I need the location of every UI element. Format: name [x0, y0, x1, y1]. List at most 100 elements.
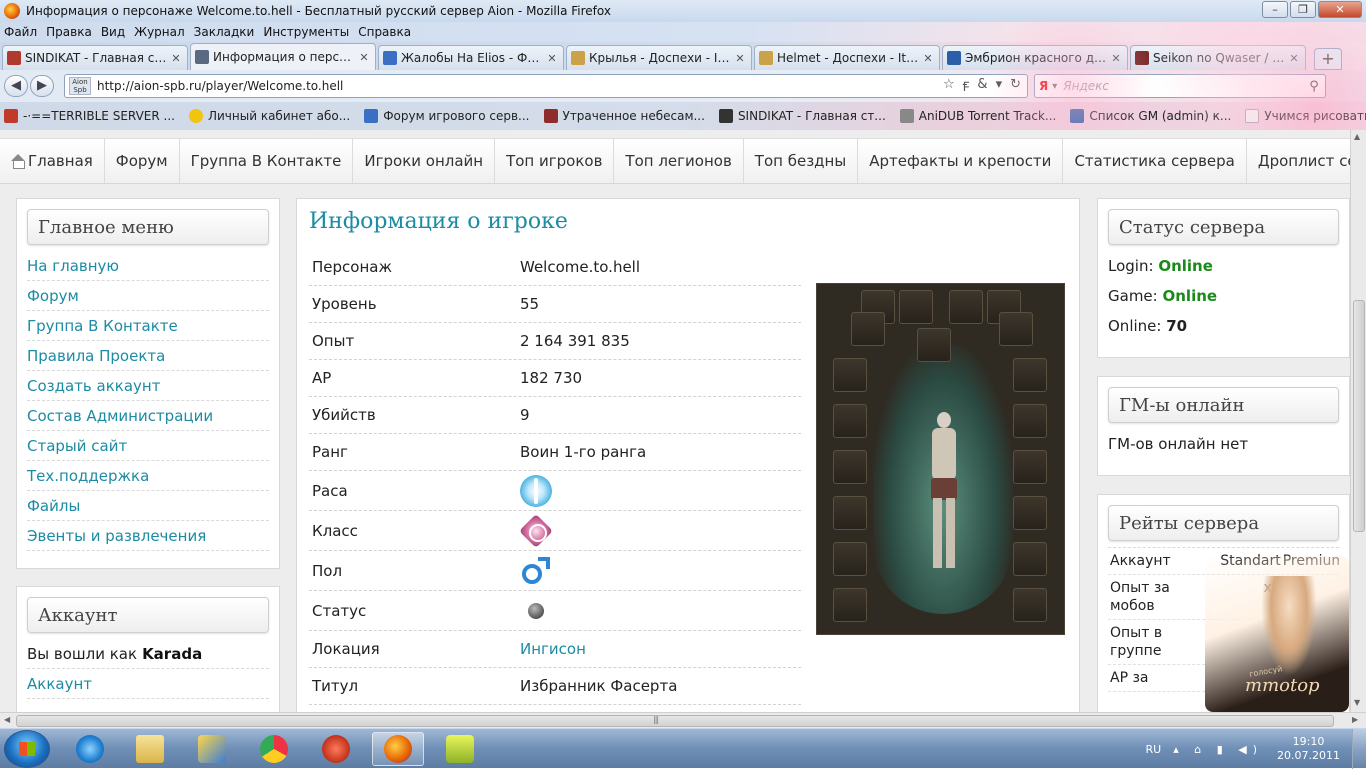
bookmark-item[interactable]: -·==TERRIBLE SERVER ...	[4, 109, 175, 123]
browser-tab[interactable]: Эмбрион красного дьяв... ✕	[942, 45, 1128, 70]
tab-favicon-icon	[7, 51, 21, 65]
bookmark-item[interactable]: Форум игрового серв...	[364, 109, 529, 123]
back-button[interactable]: ◀	[4, 75, 28, 97]
search-magnifier-icon[interactable]: ⚲	[1303, 79, 1325, 94]
menu-file[interactable]: Файл	[4, 25, 37, 39]
nav-forum[interactable]: Форум	[105, 139, 180, 183]
search-engine-dropdown-icon[interactable]: ▾	[1052, 81, 1057, 92]
tab-close-icon[interactable]: ✕	[733, 52, 747, 65]
scroll-right-arrow-icon[interactable]: ▶	[1352, 715, 1358, 724]
browser-tab-active[interactable]: Информация о персона... ✕	[190, 43, 376, 70]
url-bar[interactable]: Aion Spb http://aion-spb.ru/player/Welco…	[64, 74, 1028, 98]
show-desktop-button[interactable]	[1352, 729, 1366, 769]
bookmark-label: -·==TERRIBLE SERVER ...	[23, 109, 175, 123]
menu-edit[interactable]: Правка	[46, 25, 92, 39]
taskbar-explorer[interactable]	[124, 732, 176, 766]
mmotop-vote-banner[interactable]: голосуй mmotop	[1205, 556, 1349, 712]
yandex-logo-icon[interactable]: Я	[1039, 79, 1048, 93]
menu-link-support[interactable]: Тех.поддержка	[27, 461, 269, 491]
tab-close-icon[interactable]: ✕	[921, 52, 935, 65]
scroll-up-arrow-icon[interactable]: ▲	[1354, 132, 1364, 141]
menu-link-files[interactable]: Файлы	[27, 491, 269, 521]
nav-droplist[interactable]: Дроплист сервер	[1247, 139, 1350, 183]
tray-icons[interactable]: ▴ ⌂ ▮ ◀)	[1173, 743, 1263, 756]
banner-brand-logo: mmotop	[1245, 675, 1320, 696]
browser-tab[interactable]: Seikon no Qwaser / Стиг... ✕	[1130, 45, 1306, 70]
bookmark-item[interactable]: SINDIKAT - Главная ст...	[719, 109, 886, 123]
menu-link-old-site[interactable]: Старый сайт	[27, 431, 269, 461]
nav-vk-group[interactable]: Группа В Контакте	[180, 139, 354, 183]
nav-top-players[interactable]: Топ игроков	[495, 139, 614, 183]
equipment-slot	[1013, 358, 1047, 392]
scroll-down-arrow-icon[interactable]: ▼	[1354, 698, 1364, 707]
tab-close-icon[interactable]: ✕	[357, 51, 371, 64]
forward-button[interactable]: ▶	[30, 75, 54, 97]
new-tab-button[interactable]: +	[1314, 48, 1342, 70]
menu-help[interactable]: Справка	[358, 25, 411, 39]
url-text[interactable]: http://aion-spb.ru/player/Welcome.to.hel…	[97, 79, 943, 93]
taskbar-ie[interactable]	[64, 732, 116, 766]
bookmark-item[interactable]: Список GM (admin) к...	[1070, 109, 1231, 123]
menu-link-vk-group[interactable]: Группа В Контакте	[27, 311, 269, 341]
nav-server-stats[interactable]: Статистика сервера	[1063, 139, 1246, 183]
nav-players-online[interactable]: Игроки онлайн	[353, 139, 495, 183]
site-identity-badge[interactable]: Aion Spb	[69, 77, 91, 95]
vertical-scroll-thumb[interactable]	[1353, 300, 1365, 532]
menu-link-administration[interactable]: Состав Администрации	[27, 401, 269, 431]
horizontal-scroll-thumb[interactable]	[16, 715, 1334, 727]
info-row-character: ПерсонажWelcome.to.hell	[309, 249, 801, 286]
vertical-scrollbar[interactable]: ▲ ▼	[1350, 130, 1366, 712]
taskbar-ccleaner[interactable]	[310, 732, 362, 766]
dropdown-arrow-icon[interactable]: ▾	[996, 77, 1003, 95]
horizontal-scrollbar[interactable]: ◀ ||| ▶	[0, 712, 1366, 728]
windows-taskbar: RU ▴ ⌂ ▮ ◀) 19:10 20.07.2011	[0, 728, 1366, 768]
language-indicator[interactable]: RU	[1146, 743, 1162, 756]
bookmark-item[interactable]: Утраченное небесам...	[544, 109, 705, 123]
menu-link-home[interactable]: На главную	[27, 251, 269, 281]
tab-close-icon[interactable]: ✕	[1287, 52, 1301, 65]
scroll-left-arrow-icon[interactable]: ◀	[4, 715, 10, 724]
browser-tab[interactable]: Жалобы На Elios - Фору... ✕	[378, 45, 564, 70]
menu-history[interactable]: Журнал	[134, 25, 185, 39]
menu-bookmarks[interactable]: Закладки	[194, 25, 255, 39]
maximize-button[interactable]: ❐	[1290, 1, 1316, 18]
menu-link-events[interactable]: Эвенты и развлечения	[27, 521, 269, 551]
browser-tab[interactable]: Helmet - Доспехи - Items... ✕	[754, 45, 940, 70]
search-input[interactable]: Яндекс	[1063, 79, 1303, 93]
account-link[interactable]: Аккаунт	[27, 669, 269, 699]
bookmark-star-icon[interactable]: ☆	[943, 77, 955, 95]
ampersand-addon-icon[interactable]: &	[977, 77, 987, 95]
search-bar[interactable]: Я ▾ Яндекс ⚲	[1034, 74, 1326, 98]
taskbar-game[interactable]	[434, 732, 486, 766]
info-row-ap: AP182 730	[309, 360, 801, 397]
reload-icon[interactable]: ↻	[1010, 77, 1021, 95]
tab-close-icon[interactable]: ✕	[1109, 52, 1123, 65]
menu-tools[interactable]: Инструменты	[263, 25, 349, 39]
browser-tab[interactable]: SINDIKAT - Главная стра... ✕	[2, 45, 188, 70]
tab-bar: SINDIKAT - Главная стра... ✕ Информация …	[0, 42, 1366, 70]
browser-tab[interactable]: Крылья - Доспехи - Item... ✕	[566, 45, 752, 70]
tab-close-icon[interactable]: ✕	[169, 52, 183, 65]
location-link[interactable]: Ингисон	[520, 640, 586, 658]
translate-icon[interactable]: Ꞙ	[963, 77, 970, 95]
taskbar-skype[interactable]	[248, 732, 300, 766]
bookmark-item[interactable]: Личный кабинет або...	[189, 109, 350, 123]
nav-artifacts-fortresses[interactable]: Артефакты и крепости	[858, 139, 1063, 183]
nav-top-legions[interactable]: Топ легионов	[614, 139, 743, 183]
minimize-button[interactable]: –	[1262, 1, 1288, 18]
taskbar-firefox[interactable]	[372, 732, 424, 766]
menu-view[interactable]: Вид	[101, 25, 125, 39]
start-button[interactable]	[4, 730, 50, 768]
menu-link-create-account[interactable]: Создать аккаунт	[27, 371, 269, 401]
bookmark-label: Учимся рисовать Ani...	[1264, 109, 1366, 123]
menu-link-rules[interactable]: Правила Проекта	[27, 341, 269, 371]
bookmark-item[interactable]: Учимся рисовать Ani...	[1245, 109, 1366, 123]
nav-top-abyss[interactable]: Топ бездны	[744, 139, 858, 183]
bookmark-item[interactable]: AniDUB Torrent Track...	[900, 109, 1057, 123]
nav-home[interactable]: Главная	[0, 139, 105, 183]
clock[interactable]: 19:10 20.07.2011	[1277, 735, 1340, 763]
taskbar-paint[interactable]	[186, 732, 238, 766]
tab-close-icon[interactable]: ✕	[545, 52, 559, 65]
menu-link-forum[interactable]: Форум	[27, 281, 269, 311]
close-button[interactable]: ✕	[1318, 1, 1362, 18]
